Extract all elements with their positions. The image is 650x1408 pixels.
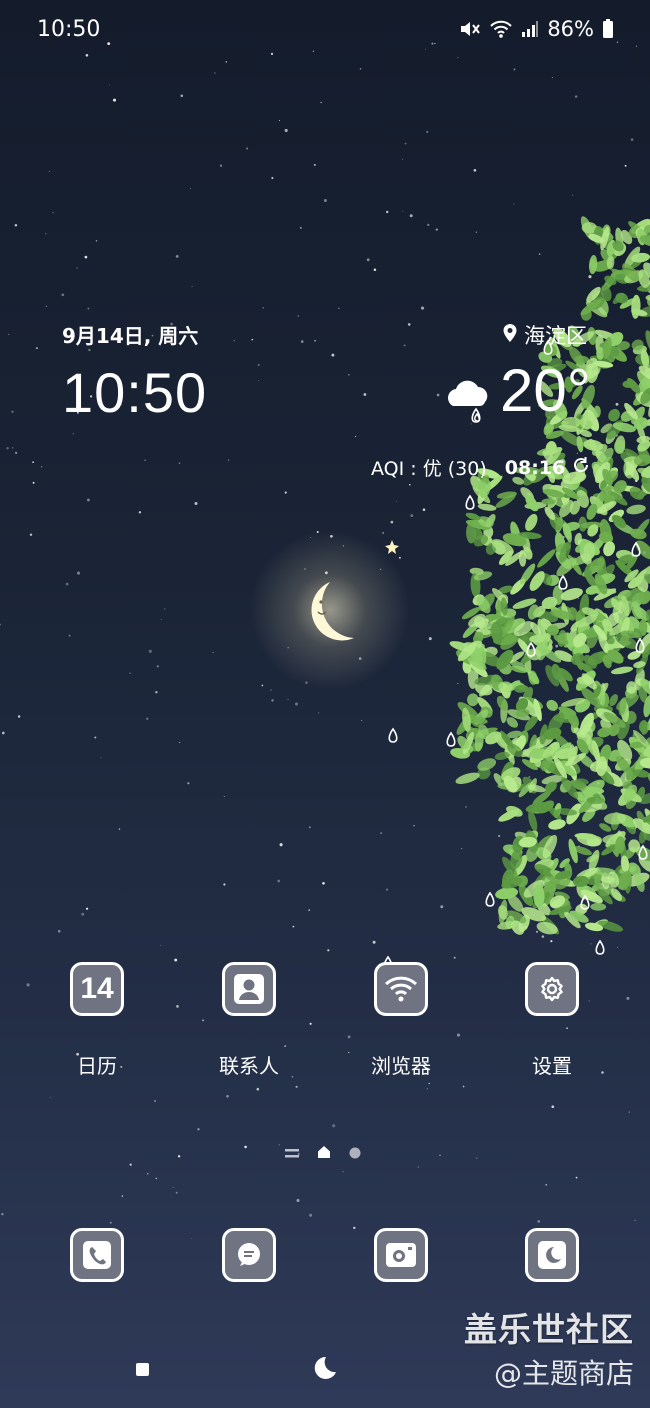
app-settings[interactable]: 设置 bbox=[492, 962, 612, 1079]
camera-icon bbox=[374, 1228, 428, 1282]
recent-apps-button[interactable] bbox=[136, 1363, 149, 1376]
contacts-icon bbox=[222, 962, 276, 1016]
wifi-icon bbox=[489, 19, 513, 39]
widget-date: 9月14日, 周六 bbox=[62, 324, 199, 348]
dock-camera[interactable] bbox=[341, 1228, 461, 1282]
calendar-icon: 14 bbox=[70, 962, 124, 1016]
refresh-icon[interactable] bbox=[565, 455, 591, 480]
home-page-icon[interactable] bbox=[317, 1144, 331, 1163]
dock-theme[interactable] bbox=[492, 1228, 612, 1282]
page-list-icon[interactable] bbox=[285, 1144, 299, 1163]
page-dot[interactable] bbox=[349, 1144, 361, 1163]
app-label: 设置 bbox=[532, 1054, 572, 1078]
mute-icon bbox=[459, 19, 481, 39]
aqi-value: AQI : 优 (30) bbox=[371, 458, 487, 480]
location-name: 海淀区 bbox=[524, 324, 587, 348]
app-label: 日历 bbox=[77, 1054, 117, 1078]
location-pin-icon bbox=[502, 323, 518, 348]
app-contacts[interactable]: 联系人 bbox=[189, 962, 309, 1079]
widget-aqi-row: AQI : 优 (30) 08:16 bbox=[371, 454, 591, 481]
app-calendar[interactable]: 14 日历 bbox=[37, 962, 157, 1079]
home-button[interactable] bbox=[312, 1355, 338, 1385]
watermark-subtitle: @主题商店 bbox=[493, 1357, 634, 1390]
signal-icon bbox=[521, 20, 539, 38]
calendar-day: 14 bbox=[80, 972, 114, 1005]
browser-icon bbox=[374, 962, 428, 1016]
status-time: 10:50 bbox=[37, 17, 101, 42]
app-browser[interactable]: 浏览器 bbox=[341, 962, 461, 1079]
phone-icon bbox=[70, 1228, 124, 1282]
page-indicator[interactable] bbox=[285, 1144, 361, 1163]
dock-messages[interactable] bbox=[189, 1228, 309, 1282]
app-label: 浏览器 bbox=[371, 1054, 431, 1078]
messages-icon bbox=[222, 1228, 276, 1282]
moon-icon bbox=[525, 1228, 579, 1282]
update-time: 08:16 bbox=[504, 456, 566, 479]
widget-location[interactable]: 海淀区 bbox=[502, 320, 587, 350]
moon-illustration bbox=[311, 582, 354, 641]
status-bar: 10:50 86% bbox=[0, 0, 650, 60]
widget-temperature: 20° bbox=[500, 357, 591, 424]
rain-drops bbox=[383, 339, 648, 971]
cloud-rain-icon bbox=[443, 376, 493, 430]
app-label: 联系人 bbox=[219, 1054, 279, 1078]
wallpaper bbox=[0, 41, 650, 1239]
battery-percent: 86% bbox=[547, 17, 594, 41]
settings-icon bbox=[525, 962, 579, 1016]
dock-phone[interactable] bbox=[37, 1228, 157, 1282]
widget-time[interactable]: 10:50 bbox=[62, 360, 207, 425]
battery-icon bbox=[602, 19, 614, 39]
watermark-title: 盖乐世社区 bbox=[464, 1310, 634, 1349]
